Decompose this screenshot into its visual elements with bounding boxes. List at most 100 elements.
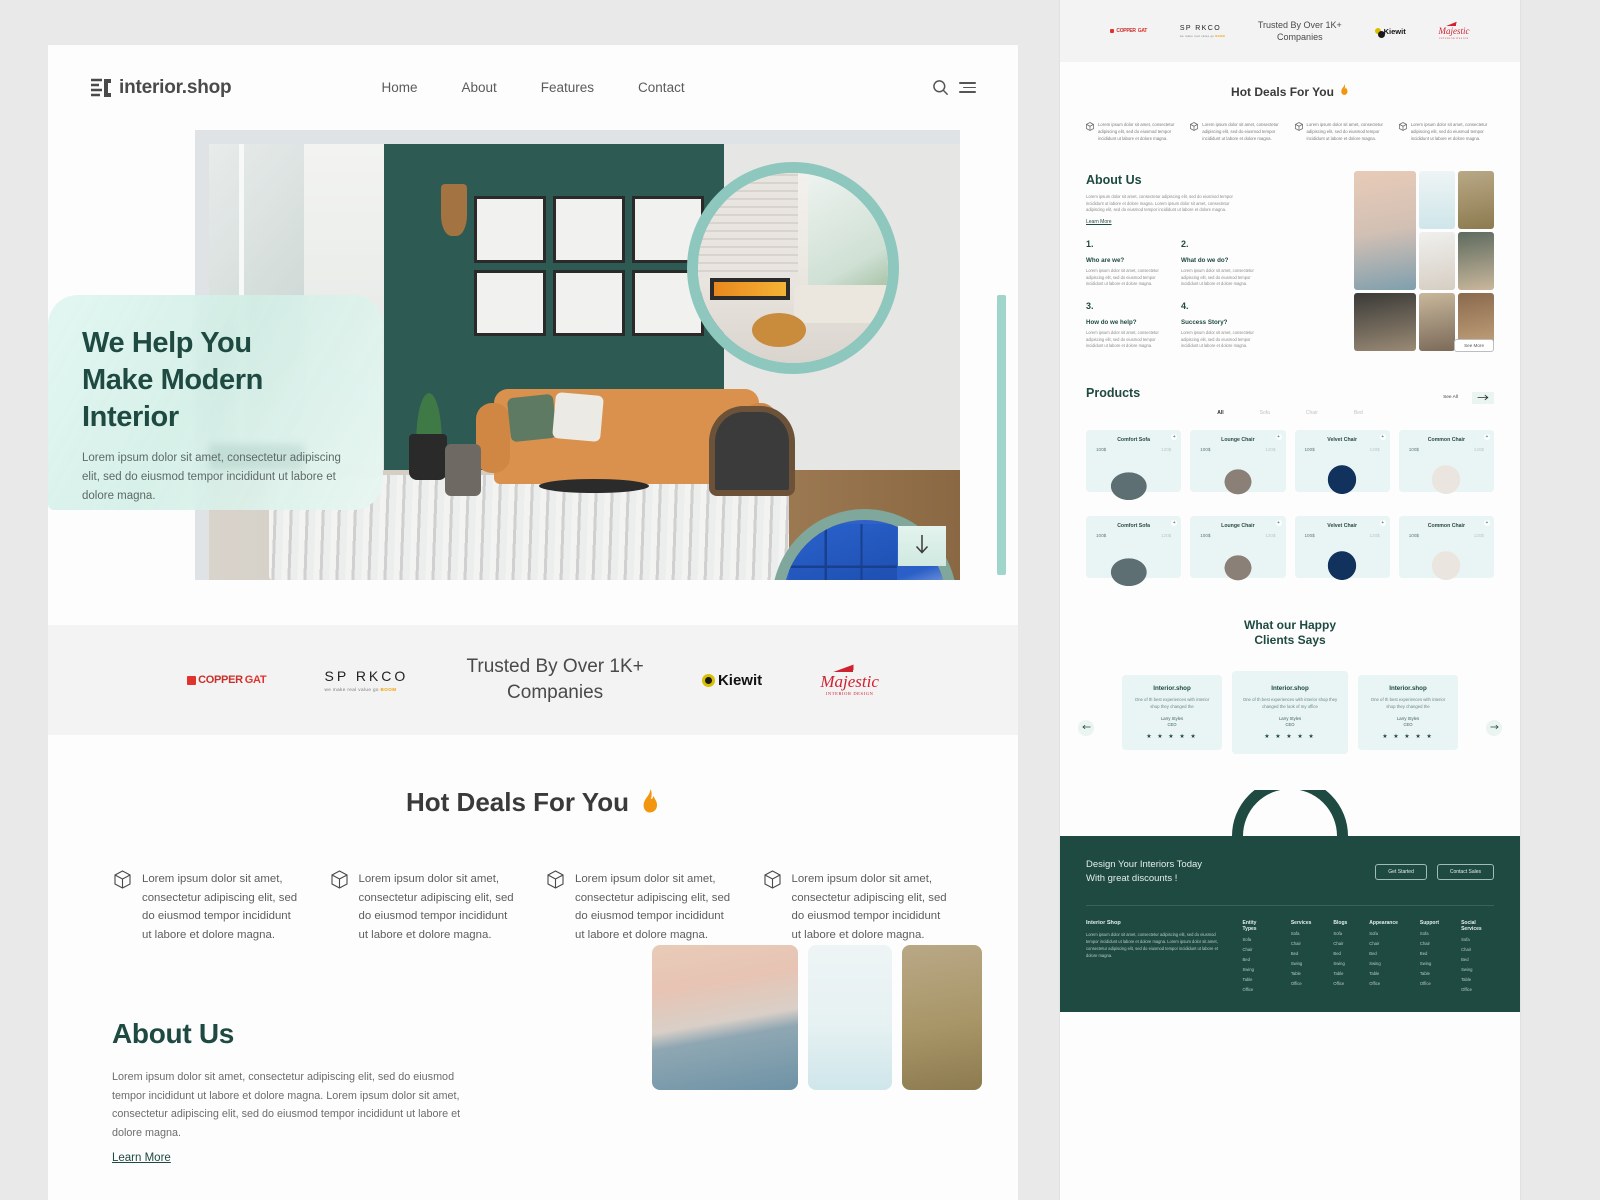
preview-about-title: About Us: [1086, 172, 1142, 187]
footer-link[interactable]: Table: [1420, 971, 1439, 976]
hamburger-menu-icon[interactable]: [959, 81, 976, 94]
preview-about-gallery: [1354, 170, 1494, 351]
footer-link[interactable]: Table: [1461, 977, 1494, 982]
nav-item-features[interactable]: Features: [541, 80, 594, 95]
footer-link[interactable]: Chair: [1420, 941, 1439, 946]
plus-icon[interactable]: +: [1484, 519, 1490, 526]
filter-tab-chair[interactable]: Chair: [1306, 410, 1318, 416]
contact-sales-button[interactable]: Contact Sales: [1436, 863, 1494, 880]
product-price: 100$: [1096, 446, 1107, 452]
plus-icon[interactable]: +: [1275, 433, 1282, 440]
brand-logo[interactable]: interior.shop: [90, 77, 232, 99]
testimonial-card[interactable]: Interior.shop One of th best experiences…: [1122, 674, 1222, 750]
preview-hot-deals-title-row: Hot Deals For You: [1086, 84, 1494, 100]
nav-item-about[interactable]: About: [461, 80, 496, 95]
footer-link[interactable]: Sofa: [1461, 937, 1494, 942]
plus-icon[interactable]: +: [1275, 519, 1282, 526]
product-card[interactable]: + Lounge Chair 100$ 120$: [1190, 429, 1286, 506]
footer-link[interactable]: Bed: [1243, 957, 1269, 962]
testimonial-quote: One of th best experiences with interior…: [1370, 696, 1446, 709]
footer-link[interactable]: Bed: [1420, 951, 1439, 956]
about-question-heading: What do we do?: [1181, 257, 1229, 265]
footer-link[interactable]: Chair: [1461, 947, 1494, 952]
preview-hot-deal-text: Lorem ipsum dolor sit amet, consectetur …: [1306, 122, 1383, 141]
testimonial-title: Interior.shop: [1271, 684, 1309, 692]
preview-learn-more-link[interactable]: Learn More: [1086, 219, 1112, 225]
filter-tab-bed[interactable]: Bed: [1354, 410, 1363, 416]
footer-link[interactable]: Table: [1291, 971, 1312, 976]
footer-link[interactable]: Sofa: [1291, 931, 1312, 936]
product-old-price: 120$: [1161, 446, 1172, 452]
testimonial-carousel: Interior.shop One of th best experiences…: [1086, 670, 1494, 754]
testimonial-role: CEO: [1403, 722, 1413, 728]
footer-link[interactable]: Bed: [1291, 951, 1312, 956]
footer-link[interactable]: Swing: [1333, 961, 1347, 966]
footer-link[interactable]: Chair: [1243, 947, 1269, 952]
product-card[interactable]: + Comfort Sofa 100$ 120$: [1086, 515, 1182, 592]
footer-link[interactable]: Swing: [1369, 961, 1398, 966]
search-icon[interactable]: [932, 79, 949, 96]
footer-link[interactable]: Sofa: [1333, 931, 1347, 936]
plus-icon[interactable]: +: [1171, 519, 1178, 526]
preview-hot-deal-item: Lorem ipsum dolor sit amet, consectetur …: [1398, 122, 1494, 143]
footer-link[interactable]: Chair: [1291, 941, 1312, 946]
footer-link[interactable]: Sofa: [1243, 937, 1269, 942]
footer-link[interactable]: Sofa: [1369, 931, 1398, 936]
footer-link[interactable]: Office: [1333, 981, 1347, 986]
footer-link[interactable]: Office: [1243, 987, 1269, 992]
footer-link[interactable]: Office: [1420, 981, 1439, 986]
footer-link[interactable]: Table: [1333, 971, 1347, 976]
footer-link[interactable]: Swing: [1461, 967, 1494, 972]
footer-link[interactable]: Table: [1243, 977, 1269, 982]
nav-item-contact[interactable]: Contact: [638, 80, 685, 95]
footer-column-heading: Social Services: [1461, 920, 1482, 933]
plus-icon[interactable]: +: [1379, 433, 1386, 440]
footer-column-heading: Support: [1419, 920, 1440, 927]
plus-icon[interactable]: +: [1171, 433, 1178, 440]
footer-link[interactable]: Office: [1461, 987, 1494, 992]
product-card[interactable]: + Common Chair 100$ 120$: [1398, 429, 1494, 506]
plus-icon[interactable]: +: [1379, 519, 1386, 526]
footer-link[interactable]: Sofa: [1420, 931, 1439, 936]
hot-deal-item: Lorem ipsum dolor sit amet, consectetur …: [330, 870, 520, 944]
product-filter-tabs: All Sofa Chair Bed: [1086, 410, 1494, 416]
footer-link[interactable]: Chair: [1333, 941, 1347, 946]
testimonial-title: Interior.shop: [1389, 684, 1427, 692]
testimonial-card[interactable]: Interior.shop One of th best experiences…: [1232, 670, 1348, 754]
footer-link[interactable]: Table: [1369, 971, 1398, 976]
product-card[interactable]: + Lounge Chair 100$ 120$: [1190, 515, 1286, 592]
footer-link[interactable]: Bed: [1369, 951, 1398, 956]
learn-more-link[interactable]: Learn More: [112, 1152, 171, 1164]
testimonial-prev-button[interactable]: [1078, 719, 1094, 736]
product-card[interactable]: + Velvet Chair 100$ 120$: [1294, 515, 1390, 592]
about-number-2: 2.: [250, 1196, 268, 1200]
trusted-brands-strip: COPPER GAT SP RKCO we make real value go …: [48, 625, 1018, 735]
see-all-products-button[interactable]: See All: [1443, 391, 1494, 404]
footer-link[interactable]: Chair: [1369, 941, 1398, 946]
footer-link[interactable]: Swing: [1291, 961, 1312, 966]
testimonial-card[interactable]: Interior.shop One of th best experiences…: [1358, 674, 1458, 750]
filter-tab-sofa[interactable]: Sofa: [1260, 410, 1270, 416]
coppergat-word-1: COPPER: [198, 674, 243, 686]
preview-about-body: Lorem ipsum dolor sit amet, consectetur …: [1086, 193, 1233, 213]
plus-icon[interactable]: +: [1484, 433, 1490, 440]
testimonial-next-button[interactable]: [1486, 719, 1502, 736]
product-card[interactable]: + Comfort Sofa 100$ 120$: [1086, 429, 1182, 506]
scroll-down-button[interactable]: [898, 526, 946, 566]
gallery-image-5: [1458, 231, 1494, 290]
get-started-button[interactable]: Get Started: [1375, 863, 1427, 880]
product-card[interactable]: + Common Chair 100$ 120$: [1398, 515, 1494, 592]
sparkco-word: SP RKCO: [324, 668, 409, 684]
footer-link[interactable]: Swing: [1420, 961, 1439, 966]
filter-tab-all[interactable]: All: [1217, 410, 1223, 416]
footer-link[interactable]: Bed: [1333, 951, 1347, 956]
preview-brand-sparkco: SP RKCO we make real value go BOOM: [1179, 24, 1226, 38]
product-image: [1420, 461, 1473, 506]
footer-link[interactable]: Office: [1369, 981, 1398, 986]
trusted-headline: Trusted By Over 1K+ Companies: [466, 654, 643, 705]
footer-link[interactable]: Bed: [1461, 957, 1494, 962]
nav-item-home[interactable]: Home: [381, 80, 417, 95]
product-card[interactable]: + Velvet Chair 100$ 120$: [1294, 429, 1390, 506]
footer-link[interactable]: Swing: [1243, 967, 1269, 972]
footer-link[interactable]: Office: [1291, 981, 1312, 986]
